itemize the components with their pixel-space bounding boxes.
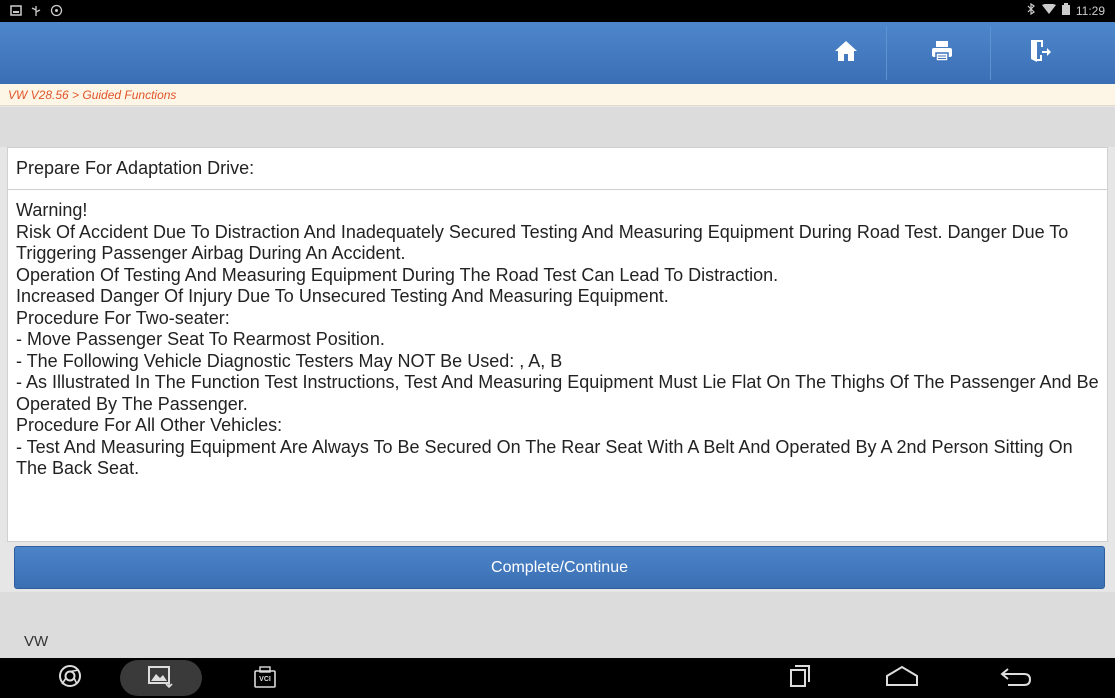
browser-icon <box>58 664 82 693</box>
message-line: Operation Of Testing And Measuring Equip… <box>16 264 779 285</box>
battery-icon <box>1061 3 1070 18</box>
exit-button[interactable] <box>1010 22 1070 84</box>
status-bar: 11:29 <box>0 0 1115 22</box>
home-nav-icon <box>884 664 920 693</box>
message-body[interactable]: Warning! Risk Of Accident Due To Distrac… <box>8 190 1107 480</box>
message-line: - As Illustrated In The Function Test In… <box>16 372 1099 414</box>
recents-icon <box>788 664 812 693</box>
message-line: - Move Passenger Seat To Rearmost Positi… <box>16 329 385 349</box>
message-line: Warning! <box>16 200 88 220</box>
recents-button[interactable] <box>780 658 820 698</box>
breadcrumb: VW V28.56 > Guided Functions <box>0 84 1115 106</box>
system-nav-bar: VCI <box>0 658 1115 698</box>
back-button[interactable] <box>993 658 1037 698</box>
wifi-icon <box>1041 3 1056 18</box>
vpn-icon <box>50 4 63 22</box>
message-line: Procedure For All Other Vehicles: <box>16 415 283 435</box>
complete-continue-button[interactable]: Complete/Continue <box>14 546 1105 589</box>
screenshot-icon <box>10 4 22 22</box>
home-nav-button[interactable] <box>880 658 924 698</box>
message-line: Risk Of Accident Due To Distraction And … <box>16 221 1069 264</box>
vci-label: VCI <box>259 676 271 683</box>
toolbar-spacer <box>0 107 1115 147</box>
gallery-icon <box>147 664 175 693</box>
message-line: - Test And Measuring Equipment Are Alway… <box>16 436 1073 479</box>
vci-icon: VCI <box>254 666 276 690</box>
home-icon <box>834 40 858 67</box>
vehicle-label: VW <box>24 633 49 650</box>
back-icon <box>998 664 1032 693</box>
gallery-button[interactable] <box>140 658 182 698</box>
home-button[interactable] <box>816 22 876 84</box>
bluetooth-icon <box>1027 2 1036 18</box>
usb-icon <box>30 4 42 22</box>
print-button[interactable] <box>912 22 972 84</box>
message-panel: Prepare For Adaptation Drive: Warning! R… <box>7 147 1108 542</box>
print-icon <box>931 40 953 67</box>
lower-area <box>0 592 1115 658</box>
app-header <box>0 22 1115 84</box>
message-line: - The Following Vehicle Diagnostic Teste… <box>16 350 563 371</box>
clock: 11:29 <box>1075 3 1105 18</box>
vci-button[interactable]: VCI <box>248 658 282 698</box>
exit-icon <box>1029 39 1051 68</box>
browser-button[interactable] <box>50 658 90 698</box>
message-line: Procedure For Two-seater: <box>16 307 230 328</box>
page-title: Prepare For Adaptation Drive: <box>8 148 1107 190</box>
message-line: Increased Danger Of Injury Due To Unsecu… <box>16 286 669 306</box>
